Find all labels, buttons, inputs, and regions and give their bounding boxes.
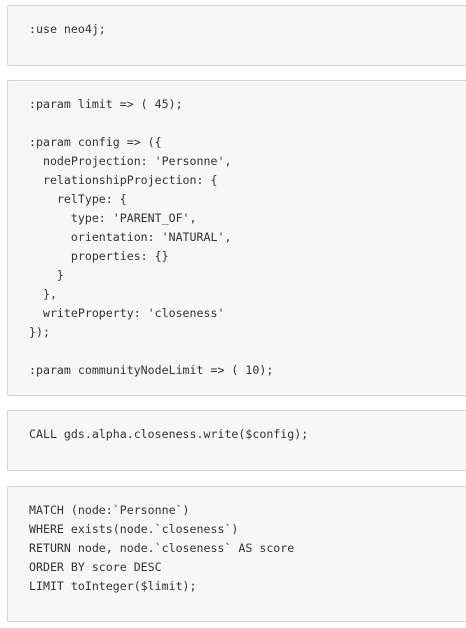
code-text: CALL gds.alpha.closeness.write($config); [29,427,309,441]
code-text: :param limit => ( 45); :param config => … [29,97,274,377]
code-text: :use neo4j; [29,22,106,36]
code-block-call: CALL gds.alpha.closeness.write($config); [7,410,466,471]
code-block-params: :param limit => ( 45); :param config => … [7,80,466,396]
code-block-use-database: :use neo4j; [7,5,466,66]
code-text: MATCH (node:`Personne`) WHERE exists(nod… [29,503,295,593]
code-block-query: MATCH (node:`Personne`) WHERE exists(nod… [7,486,466,622]
